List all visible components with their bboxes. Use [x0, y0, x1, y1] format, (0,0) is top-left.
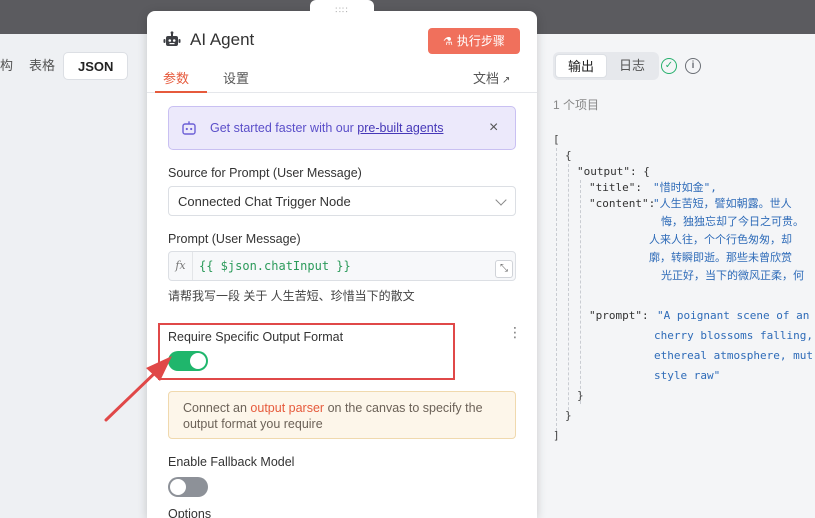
tab-settings[interactable]: 设置 [223, 68, 249, 87]
close-icon[interactable]: × [489, 119, 498, 137]
indent-guide [568, 164, 569, 420]
fallback-model-label: Enable Fallback Model [168, 455, 295, 469]
json-value: 悔，独独忘却了今日之可贵。 [661, 215, 804, 228]
docs-link-label: 文档 [473, 71, 500, 86]
chevron-down-icon [495, 194, 507, 206]
json-key: "content": [589, 197, 656, 210]
indent-guide [580, 180, 581, 404]
source-for-prompt-value: Connected Chat Trigger Node [178, 194, 351, 209]
dialog-header: AI Agent ⚗ 执行步骤 参数 设置 文档 ↗ [147, 11, 537, 93]
output-parser-notice: Connect an output parser on the canvas t… [168, 391, 516, 439]
robot-icon [163, 31, 181, 46]
json-value: 人来人往，个个行色匆匆，却 [649, 233, 792, 246]
json-key: "title": [589, 181, 642, 194]
prompt-label: Prompt (User Message) [168, 232, 301, 246]
json-key: "prompt": [589, 309, 649, 322]
json-value: 光正好，当下的微风正柔，何 [661, 269, 804, 282]
success-check-icon: ✓ [661, 58, 677, 74]
json-line: [ [553, 133, 560, 146]
notice-prefix: Connect an [183, 401, 251, 415]
output-parser-link[interactable]: output parser [250, 401, 324, 415]
prebuilt-agents-link[interactable]: pre-built agents [357, 121, 443, 135]
tab-output[interactable]: 输出 [555, 54, 608, 78]
dialog-title: AI Agent [190, 30, 255, 49]
output-parser-notice-text: Connect an output parser on the canvas t… [183, 400, 508, 432]
source-for-prompt-label: Source for Prompt (User Message) [168, 166, 362, 180]
tab-parameters[interactable]: 参数 [163, 68, 189, 87]
callout-prefix: Get started faster with our [210, 121, 358, 135]
tab-schema[interactable]: 构 [0, 52, 21, 80]
json-value: "人生苦短，譬如朝露。世人 [653, 197, 792, 210]
item-count: 1 个项目 [553, 98, 600, 112]
right-output-panel: 输出 日志 ✓ i 1 个项目 [ { "output": { "title":… [537, 34, 815, 518]
drag-handle-icon[interactable]: ∷∷ [310, 0, 374, 18]
prompt-resolved-preview: 请帮我写一段 关于 人生苦短、珍惜当下的散文 [168, 289, 415, 303]
tab-table[interactable]: 表格 [21, 52, 63, 80]
json-line: } [565, 409, 572, 422]
source-for-prompt-select[interactable]: Connected Chat Trigger Node [168, 186, 516, 216]
annotation-highlight-box [158, 323, 455, 380]
json-line: } [577, 389, 584, 402]
options-label: Options [168, 507, 212, 518]
execute-step-button[interactable]: ⚗ 执行步骤 [428, 28, 520, 54]
json-value: cherry blossoms falling, [654, 329, 813, 342]
json-value: "A poignant scene of an [657, 309, 810, 322]
json-line: "output": { [577, 165, 650, 178]
tab-logs[interactable]: 日志 [607, 54, 657, 78]
docs-link[interactable]: 文档 ↗ [473, 68, 510, 87]
callout-text: Get started faster with our pre-built ag… [210, 121, 443, 135]
json-value: "惜时如金", [653, 181, 717, 194]
parameters-panel: Get started faster with our pre-built ag… [147, 94, 537, 518]
json-value: 廓，转瞬即逝。那些未曾欣赏 [649, 251, 792, 264]
fx-icon: fx [169, 252, 193, 280]
left-view-tabs: 构 表格 JSON [0, 52, 129, 80]
more-options-icon[interactable]: ⋮ [508, 325, 522, 339]
ai-agent-node-dialog: AI Agent ⚗ 执行步骤 参数 设置 文档 ↗ Get started fas… [147, 11, 537, 518]
expand-icon[interactable]: ⤡ [495, 260, 513, 278]
fallback-model-toggle[interactable] [168, 477, 208, 497]
external-link-icon: ↗ [502, 75, 511, 86]
json-line: ] [553, 429, 560, 442]
json-line: { [565, 149, 572, 162]
output-view-tabs: 输出 日志 [553, 52, 660, 80]
tab-json[interactable]: JSON [63, 52, 129, 80]
json-value: ethereal atmosphere, mut [654, 349, 813, 362]
prompt-expression-input[interactable]: fx {{ $json.chatInput }} ⤡ [168, 251, 516, 281]
active-tab-indicator [155, 91, 207, 93]
bot-icon [182, 121, 196, 135]
execute-step-label: 执行步骤 [456, 34, 505, 48]
left-input-panel: 构 表格 JSON [0, 34, 148, 518]
flask-icon: ⚗ [443, 36, 453, 48]
prompt-expression: {{ $json.chatInput }} [199, 259, 351, 273]
json-value: style raw" [654, 369, 721, 382]
prebuilt-agents-callout: Get started faster with our pre-built ag… [168, 106, 516, 150]
indent-guide [556, 148, 557, 436]
toggle-knob [170, 479, 186, 495]
info-icon[interactable]: i [685, 58, 701, 74]
